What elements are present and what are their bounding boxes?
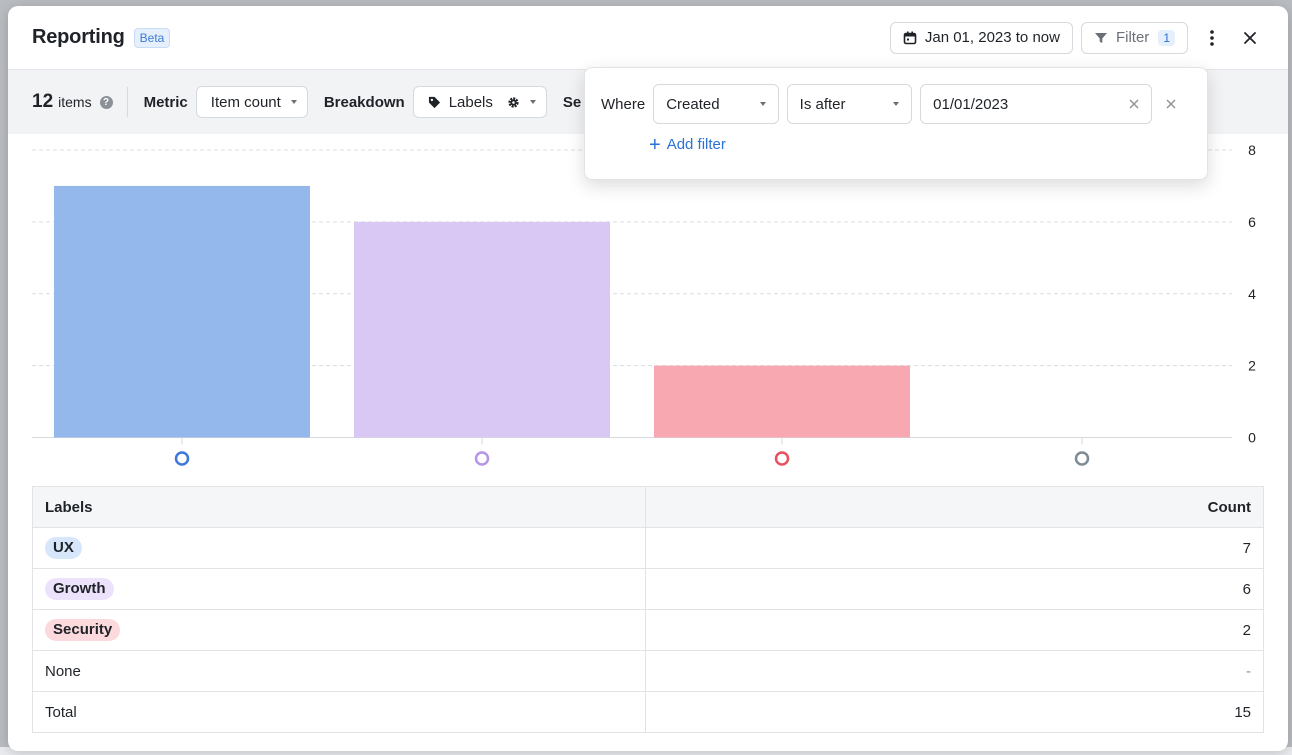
- y-tick-label: 4: [1248, 286, 1256, 302]
- item-count-label: items: [58, 94, 92, 110]
- bar-ux[interactable]: [54, 185, 310, 438]
- metric-label: Metric: [143, 93, 188, 111]
- calendar-icon: [903, 31, 917, 44]
- filter-count-badge: 1: [1158, 29, 1175, 46]
- close-icon: [1244, 31, 1256, 44]
- chevron-down-icon: [529, 100, 536, 104]
- gear-icon[interactable]: [507, 96, 520, 109]
- count-column-header: Count: [645, 486, 1264, 528]
- legend-marker-security[interactable]: [774, 451, 790, 466]
- add-filter-button[interactable]: + Add filter: [649, 133, 1191, 156]
- date-range-label: Jan 01, 2023 to now: [924, 29, 1060, 46]
- y-tick-label: 0: [1248, 430, 1256, 446]
- filter-icon: [1094, 32, 1107, 43]
- date-range-button[interactable]: Jan 01, 2023 to now: [889, 21, 1073, 54]
- close-button[interactable]: [1236, 22, 1264, 54]
- legend-marker-ux[interactable]: [174, 451, 190, 466]
- filter-field-value: Created: [666, 95, 720, 113]
- metric-select[interactable]: Item count: [195, 86, 308, 118]
- filter-popover: Where Created Is after 01/01/2023 + Add …: [584, 67, 1208, 180]
- chart-svg: 0 2 4 6 8: [32, 142, 1256, 466]
- legend-marker-none[interactable]: [1074, 451, 1090, 466]
- bar-security[interactable]: [654, 365, 910, 438]
- more-vertical-icon: [1210, 29, 1214, 46]
- table-row: None -: [32, 650, 1264, 692]
- help-icon[interactable]: ?: [99, 95, 113, 109]
- filter-date-input[interactable]: 01/01/2023: [920, 84, 1152, 124]
- count-cell: 6: [645, 568, 1264, 610]
- label-cell: Growth: [32, 568, 646, 610]
- reporting-modal: Reporting Beta Jan 01, 2023 to now Filte…: [8, 6, 1288, 751]
- metric-value: Item count: [210, 93, 281, 111]
- breakdown-select[interactable]: Labels: [412, 86, 547, 118]
- toolbar-divider: [126, 87, 128, 117]
- filter-field-select[interactable]: Created: [653, 84, 779, 124]
- remove-filter-button[interactable]: [1152, 99, 1191, 109]
- y-tick-label: 2: [1248, 358, 1256, 374]
- where-label: Where: [601, 95, 646, 113]
- table-row: Security 2: [32, 609, 1264, 651]
- legend-marker-growth[interactable]: [474, 451, 490, 466]
- filter-button[interactable]: Filter 1: [1080, 21, 1188, 54]
- report-table: Labels Count UX 7 Growth 6 Security 2 None - To…: [32, 486, 1264, 733]
- table-header-row: Labels Count: [32, 486, 1264, 528]
- breakdown-value: Labels: [448, 93, 493, 111]
- filter-operator-select[interactable]: Is after: [786, 84, 913, 124]
- plus-icon: +: [649, 133, 661, 156]
- table-row: Growth 6: [32, 568, 1264, 610]
- filter-row: Where Created Is after 01/01/2023: [601, 84, 1191, 124]
- add-filter-label: Add filter: [666, 136, 726, 153]
- labels-column-header: Labels: [32, 486, 646, 528]
- chevron-down-icon: [893, 102, 900, 106]
- label-chip: Security: [45, 619, 121, 641]
- label-text: None: [45, 662, 81, 680]
- total-count: 15: [645, 691, 1264, 733]
- y-tick-label: 8: [1248, 142, 1256, 158]
- tag-icon: [428, 96, 440, 108]
- filter-label: Filter: [1115, 29, 1150, 46]
- count-cell: 2: [645, 609, 1264, 651]
- clear-icon[interactable]: [1129, 99, 1139, 109]
- page-title: Reporting: [32, 26, 125, 48]
- bar-chart: 0 2 4 6 8: [8, 134, 1288, 479]
- chevron-down-icon: [290, 100, 297, 104]
- label-cell: Security: [32, 609, 646, 651]
- label-cell: UX: [32, 527, 646, 569]
- modal-header: Reporting Beta Jan 01, 2023 to now Filte…: [8, 6, 1288, 70]
- label-chip: Growth: [45, 578, 114, 600]
- table-body: UX 7 Growth 6 Security 2 None -: [32, 527, 1264, 692]
- count-cell: 7: [645, 527, 1264, 569]
- item-count: 12: [32, 91, 54, 112]
- more-options-button[interactable]: [1198, 22, 1226, 54]
- y-tick-label: 6: [1248, 214, 1256, 230]
- beta-badge: Beta: [133, 27, 171, 48]
- truncated-label: Se: [562, 93, 582, 111]
- table-row: UX 7: [32, 527, 1264, 569]
- count-cell: -: [645, 650, 1264, 692]
- total-label: Total: [32, 691, 646, 733]
- label-cell: None: [32, 650, 646, 692]
- bar-growth[interactable]: [354, 221, 610, 438]
- filter-operator-value: Is after: [799, 95, 846, 113]
- close-icon: [1166, 99, 1176, 109]
- filter-date-value: 01/01/2023: [933, 95, 1009, 113]
- breakdown-label: Breakdown: [323, 93, 405, 111]
- total-row: Total 15: [32, 691, 1264, 733]
- label-chip: UX: [45, 537, 82, 559]
- chevron-down-icon: [759, 102, 766, 106]
